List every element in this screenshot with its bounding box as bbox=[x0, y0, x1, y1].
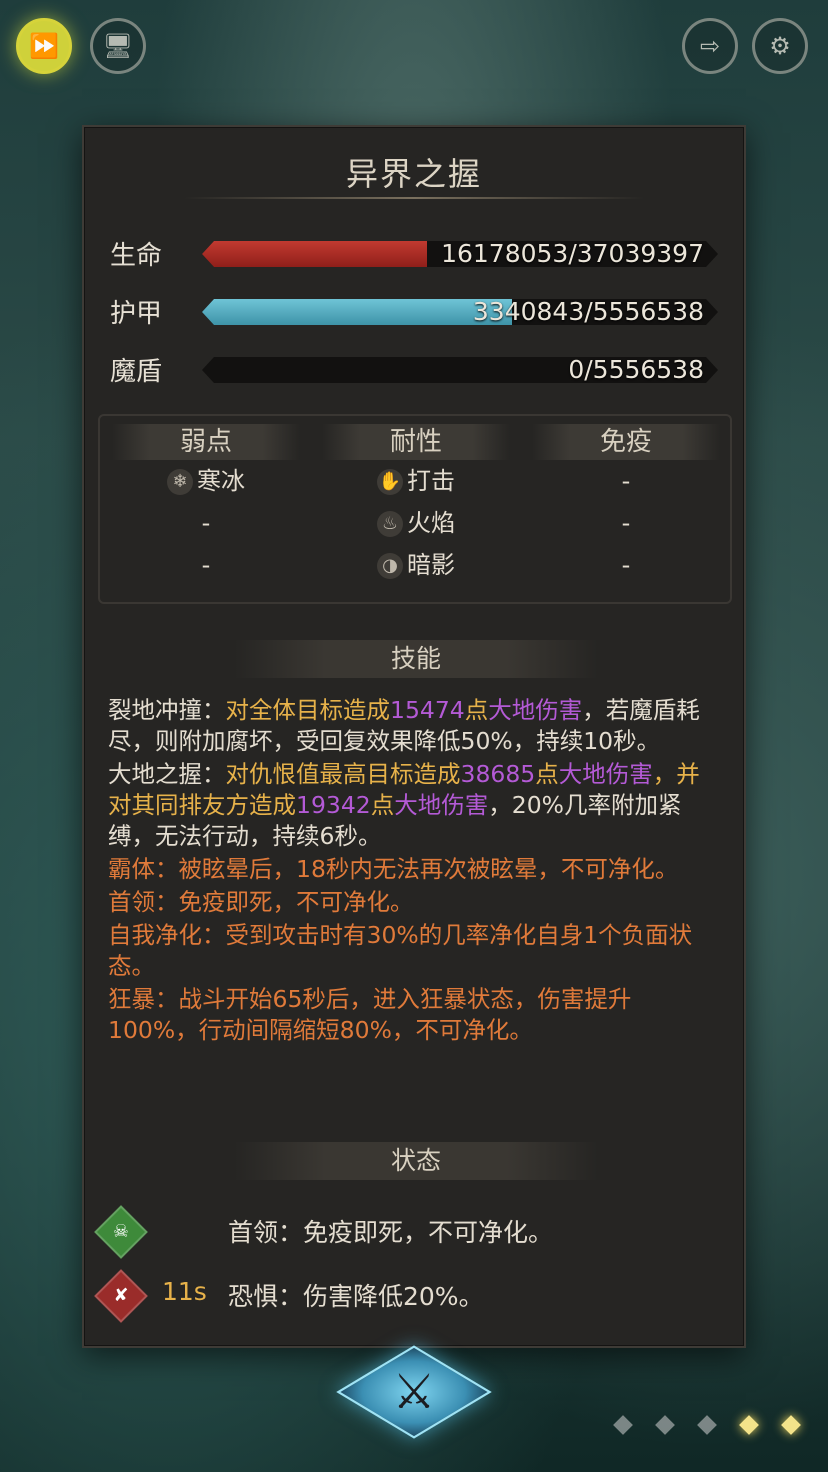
weakness-item: ❄ 寒冰 bbox=[106, 460, 306, 502]
status-row: ✘ 11s 恐惧：伤害降低20%。 bbox=[94, 1269, 736, 1323]
page-indicator bbox=[610, 1412, 810, 1442]
title-divider bbox=[184, 197, 644, 199]
resistance-item: ✋ 打击 bbox=[377, 467, 455, 495]
hp-bar: 16178053/37039397 bbox=[202, 241, 718, 267]
boss-name: 异界之握 bbox=[345, 155, 482, 193]
armor-value: 3340843/5556538 bbox=[472, 297, 704, 326]
magic-shield-label: 魔盾 bbox=[110, 357, 163, 387]
hp-bar-fill bbox=[202, 241, 427, 267]
immunity-item: - bbox=[621, 551, 631, 579]
resistance-column: 耐性 ✋ 打击 ♨ 火焰 ◑ 暗影 bbox=[316, 416, 516, 586]
status-description: 首领：免疫即死，不可净化。 bbox=[228, 1218, 554, 1247]
fast-forward-icon: ⏩ bbox=[29, 32, 59, 60]
skill-self-cleanse: 自我净化：受到攻击时有30%的几率净化自身1个负面状态。 bbox=[108, 921, 693, 980]
immunity-column: 免疫 - - - bbox=[526, 416, 726, 586]
resistance-header: 耐性 bbox=[322, 424, 510, 460]
crossed-swords-icon: ⚔ bbox=[392, 1364, 436, 1420]
immunity-header: 免疫 bbox=[532, 424, 720, 460]
weakness-header: 弱点 bbox=[112, 424, 300, 460]
resistance-item: ◑ 暗影 bbox=[316, 544, 516, 586]
hp-value: 16178053/37039397 bbox=[441, 239, 704, 268]
magic-shield-value: 0/5556538 bbox=[568, 355, 704, 384]
strike-icon: ✋ bbox=[377, 469, 403, 495]
exit-door-icon: ⇨ bbox=[699, 32, 721, 60]
page-dot bbox=[655, 1415, 675, 1435]
page-dot bbox=[697, 1415, 717, 1435]
skill-boss: 首领：免疫即死，不可净化。 bbox=[108, 888, 414, 916]
settings-button[interactable]: ⚙ bbox=[752, 18, 808, 74]
boss-info-panel: 异界之握 生命 16178053/37039397 护甲 3340843/555… bbox=[82, 125, 746, 1348]
armor-bar: 3340843/5556538 bbox=[202, 299, 718, 325]
status-duration: 11s bbox=[162, 1277, 207, 1306]
page-dot bbox=[613, 1415, 633, 1435]
weakness-column: 弱点 ❄ 寒冰 - - bbox=[106, 416, 306, 586]
hp-label: 生命 bbox=[110, 241, 163, 271]
status-row: ☠ 首领：免疫即死，不可净化。 bbox=[94, 1205, 736, 1259]
status-header: 状态 bbox=[234, 1142, 598, 1180]
fire-icon: ♨ bbox=[377, 511, 403, 537]
monitor-icon: 🖥 bbox=[102, 32, 134, 60]
traits-box: 弱点 ❄ 寒冰 - - 耐性 ✋ 打击 ♨ 火焰 ◑ 暗影 免疫 - - - bbox=[98, 414, 732, 604]
armor-bar-fill bbox=[202, 299, 512, 325]
weakness-item: - bbox=[201, 551, 211, 579]
page-dot bbox=[739, 1415, 759, 1435]
fear-icon: ✘ bbox=[94, 1269, 148, 1323]
magic-shield-bar: 0/5556538 bbox=[202, 357, 718, 383]
display-button[interactable]: 🖥 bbox=[90, 18, 146, 74]
close-button[interactable]: ⚔ bbox=[336, 1345, 492, 1439]
skill-earth-grip: 大地之握：对仇恨值最高目标造成38685点大地伤害，并对其同排友方造成19342… bbox=[108, 760, 700, 850]
exit-button[interactable]: ⇨ bbox=[682, 18, 738, 74]
immunity-item: - bbox=[621, 509, 631, 537]
skull-icon: ☠ bbox=[94, 1205, 148, 1259]
ice-icon: ❄ bbox=[167, 469, 193, 495]
weakness-item: - bbox=[201, 509, 211, 537]
gear-icon: ⚙ bbox=[769, 32, 791, 60]
status-description: 恐惧：伤害降低20%。 bbox=[228, 1282, 484, 1311]
skill-super-armor: 霸体：被眩晕后，18秒内无法再次被眩晕，不可净化。 bbox=[108, 855, 679, 883]
immunity-item: - bbox=[621, 467, 631, 495]
skills-header: 技能 bbox=[234, 640, 598, 678]
skill-berserk: 狂暴：战斗开始65秒后，进入狂暴状态，伤害提升100%，行动间隔缩短80%，不可… bbox=[108, 985, 632, 1044]
armor-label: 护甲 bbox=[110, 299, 163, 329]
page-dot bbox=[781, 1415, 801, 1435]
resistance-item: ♨ 火焰 bbox=[316, 502, 516, 544]
fast-forward-button[interactable]: ⏩ bbox=[16, 18, 72, 74]
skill-earth-charge: 裂地冲撞：对全体目标造成15474点大地伤害，若魔盾耗尽，则附加腐坏，受回复效果… bbox=[108, 696, 700, 755]
shadow-icon: ◑ bbox=[377, 553, 403, 579]
skills-list: 裂地冲撞：对全体目标造成15474点大地伤害，若魔盾耗尽，则附加腐坏，受回复效果… bbox=[108, 695, 720, 1048]
